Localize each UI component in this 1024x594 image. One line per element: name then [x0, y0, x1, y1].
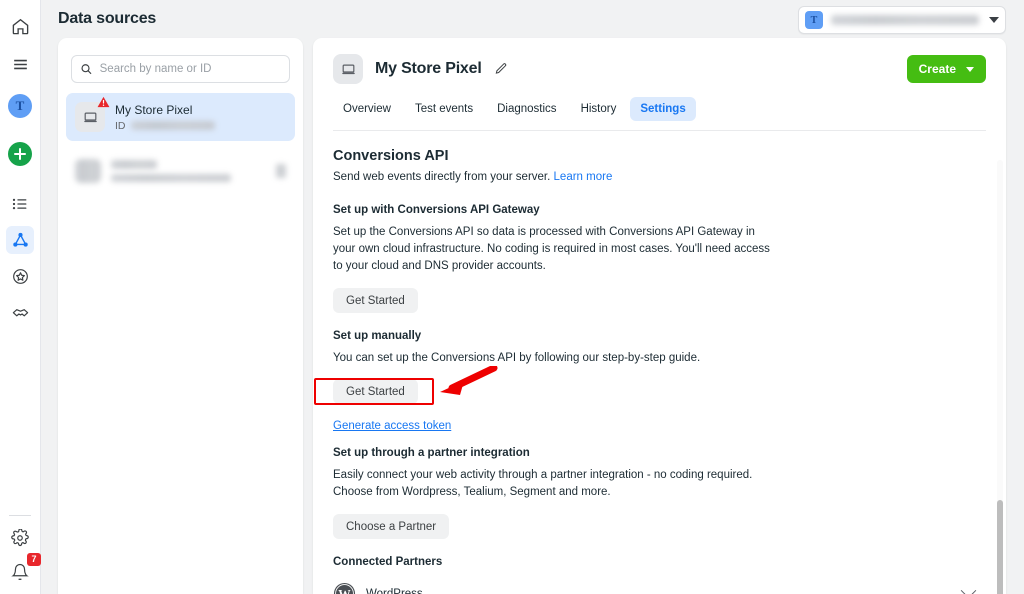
- list-icon: [11, 195, 29, 213]
- tab-overview[interactable]: Overview: [333, 97, 401, 121]
- pixel-detail-panel: My Store Pixel Create Overview Test even…: [313, 38, 1006, 594]
- sidebar-item-home[interactable]: [6, 12, 34, 40]
- source-name-redacted: [111, 160, 157, 169]
- section-subheading: Send web events directly from your serve…: [333, 171, 986, 183]
- wordpress-icon: W: [333, 582, 356, 594]
- tab-history[interactable]: History: [571, 97, 627, 121]
- source-trailing-redacted: [276, 164, 286, 178]
- account-name-redacted: [831, 15, 979, 25]
- search-box[interactable]: [71, 55, 290, 83]
- app-root: T: [0, 0, 1024, 594]
- rail-divider: [9, 515, 31, 516]
- block-body-gateway: Set up the Conversions API so data is pr…: [333, 224, 773, 275]
- sidebar-item-data-sources[interactable]: [6, 226, 34, 254]
- notification-badge: 7: [27, 553, 41, 566]
- sidebar-item-partnerships[interactable]: [6, 298, 34, 326]
- block-title-partner: Set up through a partner integration: [333, 447, 986, 459]
- avatar[interactable]: T: [8, 94, 32, 118]
- panel-header: My Store Pixel Create Overview Test even…: [313, 38, 1006, 121]
- tab-diagnostics[interactable]: Diagnostics: [487, 97, 566, 121]
- section-subheading-text: Send web events directly from your serve…: [333, 171, 550, 183]
- partner-row-wordpress[interactable]: W WordPress: [333, 582, 986, 594]
- search-input[interactable]: [100, 63, 281, 75]
- source-thumb: [75, 102, 105, 132]
- svg-text:W: W: [338, 587, 351, 594]
- list-item-redacted[interactable]: [66, 147, 295, 195]
- block-title-gateway: Set up with Conversions API Gateway: [333, 204, 986, 216]
- source-text: My Store Pixel ID: [115, 103, 215, 132]
- tab-test-events[interactable]: Test events: [405, 97, 483, 121]
- block-body-partner: Easily connect your web activity through…: [333, 467, 783, 501]
- pixel-icon: [83, 110, 98, 125]
- rail-slot-settings: [0, 522, 41, 554]
- chevron-down-icon: [966, 67, 974, 72]
- rail-slot-favourites: [0, 260, 41, 292]
- pencil-icon[interactable]: [494, 62, 508, 76]
- source-id-redacted: [131, 121, 215, 130]
- left-rail: T: [0, 0, 41, 594]
- source-text-redacted: [111, 160, 266, 182]
- block-body-manual: You can set up the Conversions API by fo…: [333, 350, 773, 367]
- get-started-button-manual[interactable]: Get Started: [333, 379, 418, 404]
- star-circle-icon: [11, 267, 30, 286]
- sidebar-item-settings[interactable]: [6, 524, 34, 552]
- data-sources-list-panel: My Store Pixel ID: [58, 38, 303, 594]
- generate-access-token-link[interactable]: Generate access token: [333, 420, 451, 432]
- bell-icon: [11, 563, 29, 581]
- sidebar-item-menu[interactable]: [6, 50, 34, 78]
- get-started-button-gateway[interactable]: Get Started: [333, 288, 418, 313]
- handshake-icon: [11, 303, 30, 322]
- panel-title: My Store Pixel: [375, 60, 482, 78]
- chevron-down-icon: [989, 17, 999, 23]
- data-sources-icon: [11, 231, 30, 250]
- search-icon: [80, 62, 93, 76]
- account-picker[interactable]: T: [798, 6, 1006, 34]
- sidebar-item-all-tools[interactable]: [6, 190, 34, 218]
- account-badge: T: [805, 11, 823, 29]
- rail-slot-home: [0, 10, 41, 42]
- panel-scrollbar[interactable]: [997, 160, 1003, 594]
- section-heading: Conversions API: [333, 148, 986, 164]
- page-title: Data sources: [58, 10, 156, 28]
- rail-slot-avatar: T: [0, 90, 41, 122]
- chevron-down-icon[interactable]: [961, 583, 977, 594]
- sidebar-item-notifications[interactable]: 7: [6, 558, 34, 586]
- rail-slot-menu: [0, 48, 41, 80]
- rail-slot-create: [0, 138, 41, 170]
- home-icon: [11, 17, 30, 36]
- source-id-label: ID: [115, 120, 126, 132]
- panel-scrollbar-thumb[interactable]: [997, 500, 1003, 594]
- panel-title-row: My Store Pixel: [333, 54, 986, 84]
- block-title-manual: Set up manually: [333, 330, 986, 342]
- source-id-row: ID: [115, 120, 215, 132]
- rail-slot-datasources: [0, 224, 41, 256]
- tab-settings[interactable]: Settings: [630, 97, 695, 121]
- source-id-redacted-2: [111, 174, 231, 182]
- rail-slot-alltools: [0, 188, 41, 220]
- warning-icon: [97, 96, 110, 108]
- partner-name: WordPress: [366, 588, 423, 594]
- tab-bar: Overview Test events Diagnostics History…: [333, 97, 986, 121]
- connected-partners-title: Connected Partners: [333, 556, 986, 568]
- source-thumb-redacted: [75, 159, 101, 183]
- panel-pixel-icon-wrap: [333, 54, 363, 84]
- plus-icon[interactable]: [8, 142, 32, 166]
- warning-badge: [96, 95, 110, 108]
- settings-body: Conversions API Send web events directly…: [313, 131, 1006, 594]
- pixel-icon: [341, 62, 356, 77]
- rail-slot-notifications: 7: [0, 556, 41, 588]
- create-button[interactable]: Create: [907, 55, 986, 83]
- rail-slot-partnerships: [0, 296, 41, 328]
- list-item-my-store-pixel[interactable]: My Store Pixel ID: [66, 93, 295, 141]
- sidebar-item-favourites[interactable]: [6, 262, 34, 290]
- gear-icon: [11, 529, 29, 547]
- choose-a-partner-button[interactable]: Choose a Partner: [333, 514, 449, 539]
- menu-icon: [11, 55, 30, 74]
- list-item-label: My Store Pixel: [115, 103, 215, 117]
- learn-more-link[interactable]: Learn more: [554, 171, 613, 183]
- create-button-label: Create: [919, 62, 956, 76]
